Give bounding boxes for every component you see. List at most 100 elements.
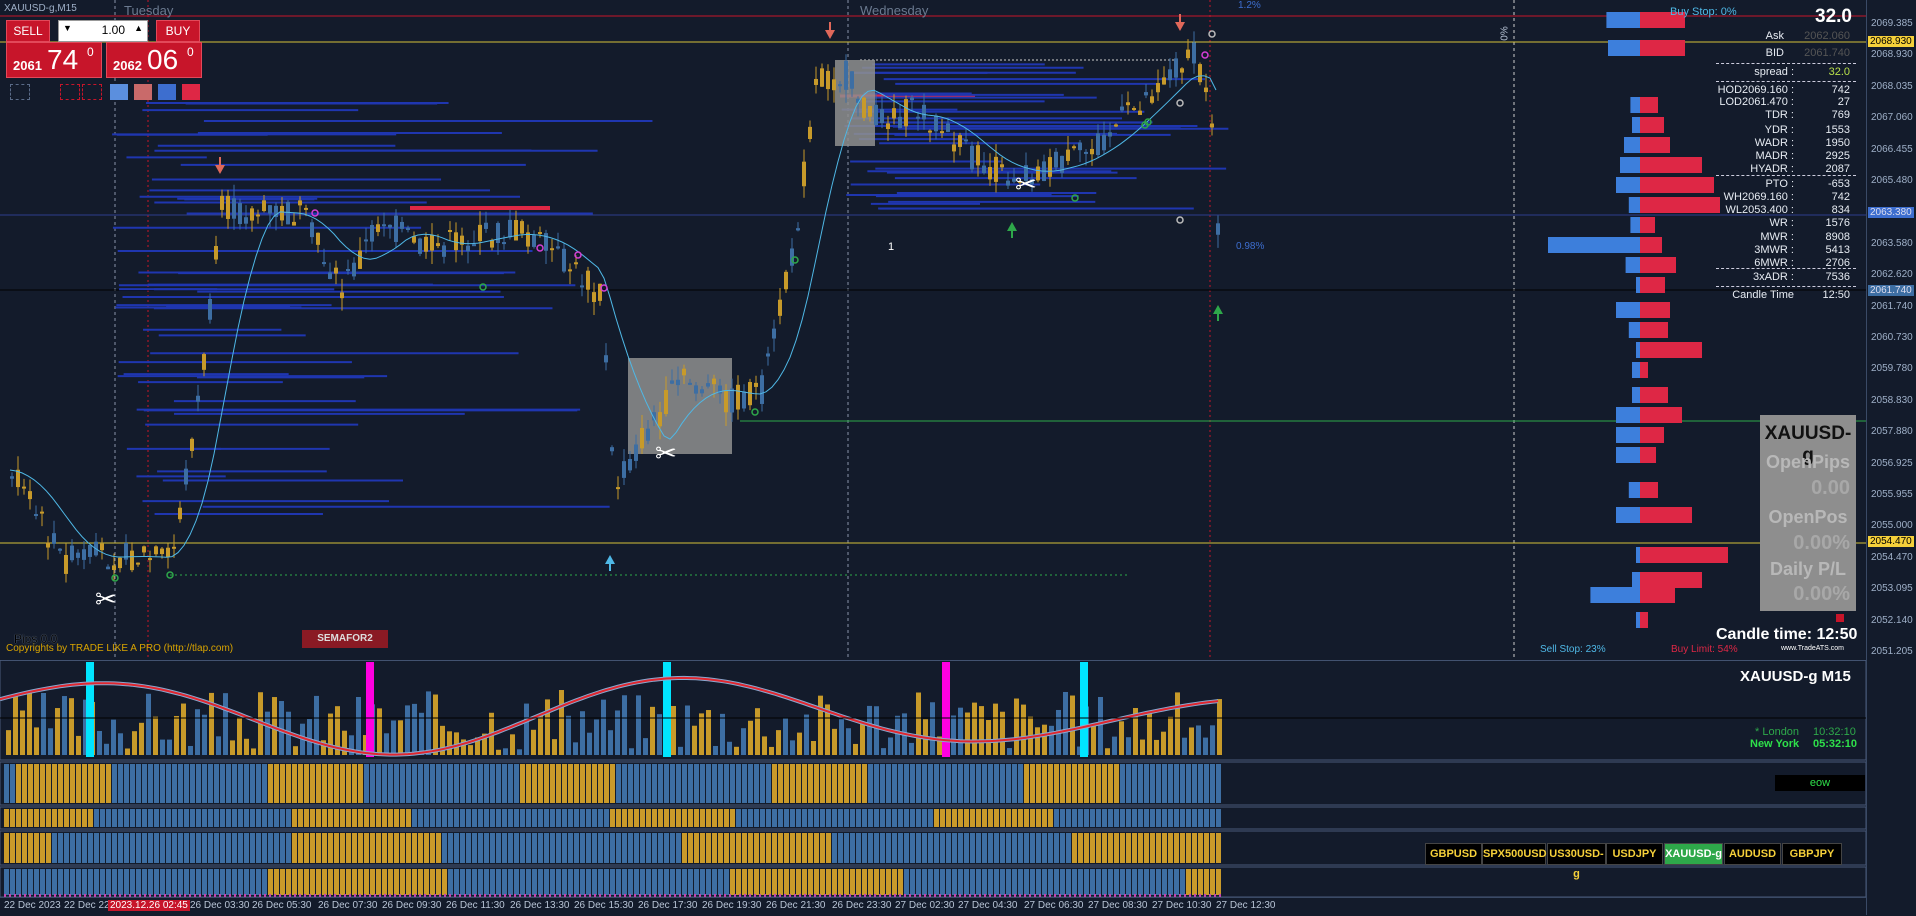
volume-profile-bar-sell <box>1640 587 1675 603</box>
trend-strip-cell <box>790 869 795 895</box>
symbol-button-usdjpy[interactable]: USDJPY <box>1606 843 1663 865</box>
trend-strip-cell <box>1216 833 1221 863</box>
trend-strip-cell <box>1042 833 1047 863</box>
trend-strip-cell <box>334 764 339 803</box>
tool-square-2[interactable] <box>60 84 80 100</box>
price-tick-label: 2058.830 <box>1871 394 1913 406</box>
trend-strip-cell <box>406 809 411 827</box>
trend-strip-cell <box>922 809 927 827</box>
candle-body <box>682 368 686 376</box>
lot-decrease-icon[interactable]: ▼ <box>63 23 72 33</box>
trend-strip-cell <box>736 869 741 895</box>
candle-body <box>580 285 584 288</box>
color-swatch-blue-1[interactable] <box>110 84 128 100</box>
lot-increase-icon[interactable]: ▲ <box>134 23 143 33</box>
momentum-histogram-bar <box>559 690 564 755</box>
candle-body <box>496 223 500 243</box>
trend-strip-cell <box>226 809 231 827</box>
trend-strip-cell <box>790 764 795 803</box>
volume-profile-bar-buy <box>1616 407 1640 423</box>
candle-body <box>862 97 866 118</box>
time-tick-label: 26 Dec 19:30 <box>702 900 762 911</box>
candle-body <box>910 97 914 101</box>
symbol-button-spx500usd[interactable]: SPX500USD- <box>1482 843 1550 865</box>
trend-strip-cell <box>358 833 363 863</box>
candle-body <box>736 384 740 410</box>
trend-strip-cell <box>484 869 489 895</box>
trend-strip-cell <box>166 764 171 803</box>
trend-strip-cell <box>1156 764 1161 803</box>
trend-strip-cell <box>988 764 993 803</box>
momentum-histogram-bar <box>307 719 312 755</box>
trend-strip-cell <box>880 764 885 803</box>
trend-strip-cell <box>526 869 531 895</box>
candle-body <box>322 262 326 265</box>
trend-strip-cell <box>994 809 999 827</box>
price-chart-canvas[interactable]: ✂ ✂ ✂ 1 <box>0 0 1866 660</box>
trend-strip-cell <box>820 833 825 863</box>
trend-strip-cell <box>100 764 105 803</box>
candle-body <box>172 546 176 549</box>
price-tick-label: 2066.455 <box>1871 143 1913 155</box>
candle-body <box>874 104 878 126</box>
time-tick-label: 26 Dec 17:30 <box>638 900 698 911</box>
trend-strip-cell <box>394 833 399 863</box>
symbol-button-gbpjpy[interactable]: GBPJPY <box>1782 843 1842 865</box>
symbol-button-us30usdg[interactable]: US30USD-g <box>1547 843 1606 880</box>
tool-square-1[interactable] <box>10 84 30 100</box>
trend-strip-cell <box>736 809 741 827</box>
trend-strip-cell <box>382 833 387 863</box>
trend-strip-cell <box>130 869 135 895</box>
momentum-histogram-bar <box>657 714 662 755</box>
trend-strip-cell <box>832 809 837 827</box>
momentum-histogram-bar <box>55 708 60 755</box>
price-axis[interactable]: 2069.385 2068.930 2068.035 2067.060 2066.455… <box>1866 0 1916 915</box>
trend-strip-cell <box>262 833 267 863</box>
trend-strip-cell <box>448 833 453 863</box>
trend-strip-cell <box>766 764 771 803</box>
price-tick-label: 2068.035 <box>1871 80 1913 92</box>
symbol-button-gbpusd[interactable]: GBPUSD <box>1425 843 1482 865</box>
color-swatch-red-2[interactable] <box>182 84 200 100</box>
candle-body <box>454 232 458 251</box>
volume-profile-bar-buy <box>1625 257 1640 273</box>
trend-strip-cell <box>82 764 87 803</box>
tool-square-3[interactable] <box>82 84 102 100</box>
semafor-button[interactable]: SEMAFOR2 <box>302 630 388 648</box>
volume-profile-bar-sell <box>1640 482 1658 498</box>
buy-button[interactable]: BUY <box>156 20 200 42</box>
trend-strip-cell <box>940 809 945 827</box>
lot-size-field[interactable]: ▼ 1.00 ▲ <box>58 20 148 42</box>
trend-strip-cell <box>862 809 867 827</box>
buy-price-sup: 0 <box>187 45 194 59</box>
trend-strip-cell <box>304 833 309 863</box>
symbol-button-audusd[interactable]: AUDUSD <box>1724 843 1781 865</box>
trend-strip-cell <box>1150 809 1155 827</box>
momentum-histogram-bar <box>622 695 627 755</box>
trend-strip-cell <box>238 833 243 863</box>
color-swatch-red-1[interactable] <box>134 84 152 100</box>
trend-strip-cell <box>166 869 171 895</box>
buy-price-box[interactable]: 2062 06 0 <box>106 42 202 78</box>
color-swatch-blue-2[interactable] <box>158 84 176 100</box>
time-axis[interactable]: 22 Dec 2023 22 Dec 22: 2023.12.26 02:45 26 … <box>0 897 1866 916</box>
price-tick-label: 2057.880 <box>1871 426 1913 438</box>
trend-strip-cell <box>952 809 957 827</box>
trend-strip-cell <box>400 869 405 895</box>
session-marker-bar <box>86 662 94 757</box>
candle-body <box>634 444 638 461</box>
trend-strip-cell <box>70 764 75 803</box>
sell-button[interactable]: SELL <box>6 20 50 42</box>
trend-strip-cell <box>310 833 315 863</box>
main-chart[interactable]: ✂ ✂ ✂ 1 XAUUSD-g,M15 Tuesday Wednesday SELL… <box>0 0 1866 661</box>
sell-price-box[interactable]: 2061 74 0 <box>6 42 102 78</box>
symbol-button-xauusdg[interactable]: XAUUSD-g <box>1664 843 1723 865</box>
momentum-histogram-bar <box>552 739 557 755</box>
volume-profile-bar-buy <box>1624 137 1640 153</box>
trend-strip-cell <box>946 764 951 803</box>
trend-strip-cell <box>514 833 519 863</box>
momentum-histogram-bar <box>293 746 298 755</box>
trend-strip-cell <box>460 869 465 895</box>
trend-strip-cell <box>736 764 741 803</box>
trend-strip-cell <box>136 809 141 827</box>
